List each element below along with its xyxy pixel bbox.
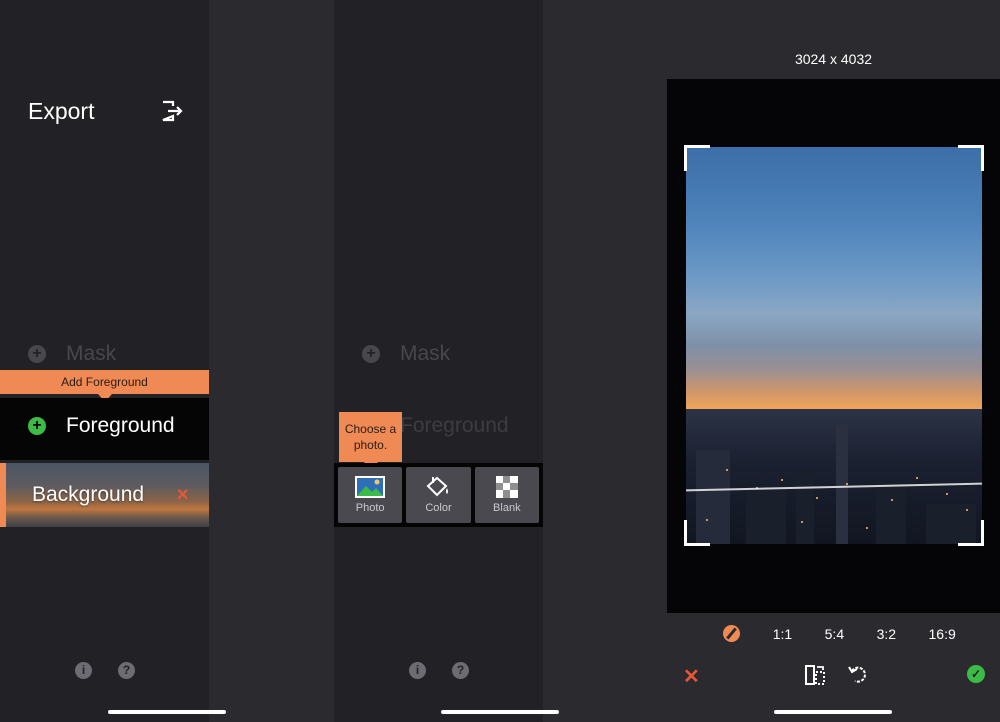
color-label: Color	[425, 502, 452, 514]
add-foreground-icon[interactable]: +	[28, 417, 46, 435]
export-icon[interactable]	[160, 100, 184, 122]
photo-label: Photo	[355, 502, 385, 514]
background-label: Background	[32, 483, 145, 506]
home-indicator[interactable]	[774, 710, 892, 714]
tooltip-text: Choose a photo.	[344, 422, 397, 452]
layers-screen: Export + Mask Add Foreground + Foregroun…	[0, 0, 334, 722]
foreground-label: Foreground	[66, 414, 175, 437]
ratio-1-1[interactable]: 1:1	[773, 626, 792, 642]
foreground-layer[interactable]: + Foreground	[0, 398, 209, 460]
selected-indicator	[0, 463, 6, 527]
crop-toolbar: ✕ ✓	[667, 662, 1000, 688]
flip-icon[interactable]	[804, 664, 826, 686]
background-layer[interactable]: Background ✕	[0, 463, 209, 527]
blank-label: Blank	[493, 502, 521, 514]
add-foreground-tooltip: Add Foreground	[0, 370, 209, 402]
ratio-16-9[interactable]: 16:9	[929, 626, 956, 642]
photo-button[interactable]: Photo	[338, 467, 403, 523]
info-icon[interactable]: i	[75, 662, 92, 679]
foreground-label: Foreground	[400, 414, 509, 437]
choose-source-screen: + Mask Foreground Choose a photo. Photo …	[334, 0, 667, 722]
source-tray: Photo Color Blank	[334, 463, 543, 527]
tooltip-text: Add Foreground	[61, 375, 148, 389]
confirm-icon[interactable]: ✓	[967, 665, 985, 683]
crop-handle-top-right[interactable]	[958, 145, 984, 171]
home-indicator[interactable]	[441, 710, 559, 714]
crop-handle-bottom-left[interactable]	[684, 520, 710, 546]
blank-button[interactable]: Blank	[474, 467, 539, 523]
color-button[interactable]: Color	[406, 467, 471, 523]
mask-layer[interactable]: + Mask	[362, 342, 450, 366]
paint-bucket-icon	[427, 476, 449, 497]
crop-screen: 3024 x 4032 1:1 5:4 3:2 16:9 ✕ ✓	[667, 0, 1000, 722]
ratio-3-2[interactable]: 3:2	[877, 626, 896, 642]
mask-layer[interactable]: + Mask	[28, 342, 116, 366]
ratio-5-4[interactable]: 5:4	[825, 626, 844, 642]
photo-icon	[355, 476, 386, 498]
help-icon[interactable]: ?	[118, 662, 135, 679]
export-title[interactable]: Export	[28, 98, 94, 125]
crop-handle-bottom-right[interactable]	[958, 520, 984, 546]
rotate-icon[interactable]	[847, 663, 869, 685]
crop-photo[interactable]	[686, 147, 982, 544]
crop-viewport[interactable]	[667, 79, 1000, 613]
add-mask-icon: +	[362, 345, 380, 363]
help-icons: i ?	[409, 662, 469, 679]
help-icons: i ?	[75, 662, 135, 679]
home-indicator[interactable]	[108, 710, 226, 714]
image-resolution: 3024 x 4032	[794, 51, 873, 67]
cancel-icon[interactable]: ✕	[683, 664, 700, 689]
crop-handle-top-left[interactable]	[684, 145, 710, 171]
help-icon[interactable]: ?	[452, 662, 469, 679]
aspect-ratio-bar: 1:1 5:4 3:2 16:9	[667, 625, 1000, 642]
remove-background-icon[interactable]: ✕	[176, 485, 189, 505]
checkerboard-icon	[495, 476, 518, 498]
mask-label: Mask	[400, 342, 451, 365]
choose-photo-tooltip: Choose a photo.	[339, 412, 402, 470]
free-ratio-icon[interactable]	[723, 625, 741, 642]
mask-label: Mask	[66, 342, 117, 365]
city-skyline	[686, 409, 982, 544]
info-icon[interactable]: i	[409, 662, 426, 679]
add-mask-icon: +	[28, 345, 46, 363]
